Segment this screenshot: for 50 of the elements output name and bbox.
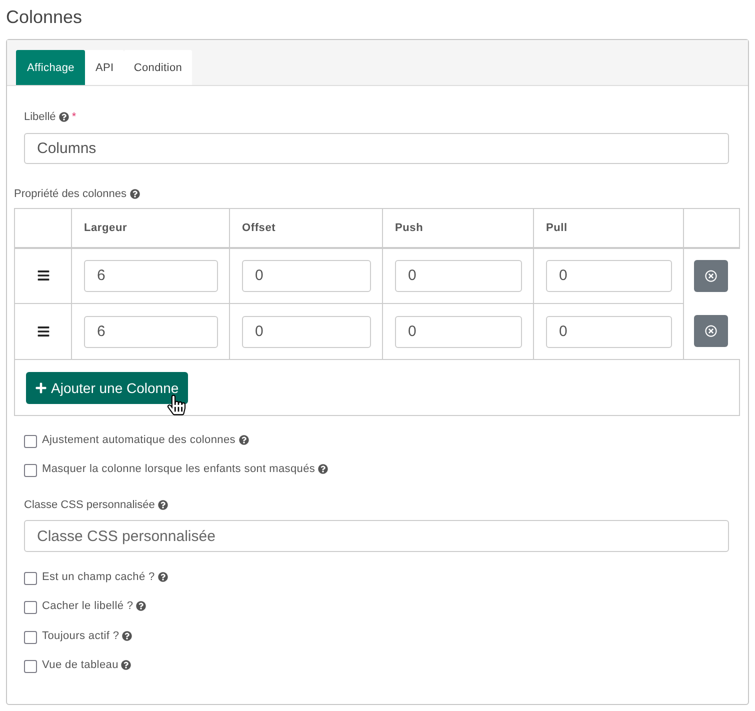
section-title: Colonnes — [6, 6, 84, 29]
help-icon[interactable] — [238, 435, 249, 445]
number-field[interactable]: 6 — [84, 260, 218, 292]
help-icon[interactable] — [130, 189, 140, 199]
number-field[interactable]: 0 — [546, 316, 672, 348]
checkbox-label: Vue de tableau — [42, 659, 118, 671]
tab[interactable]: Affichage — [16, 50, 86, 85]
checkbox[interactable] — [24, 464, 37, 477]
required-mark: * — [72, 110, 76, 124]
field-label: Libellé — [24, 110, 56, 124]
number-field[interactable]: 6 — [84, 316, 218, 348]
help-icon[interactable] — [136, 601, 146, 611]
tab[interactable]: API — [85, 50, 124, 85]
help-icon[interactable] — [58, 112, 69, 122]
help-icon[interactable] — [121, 660, 132, 670]
checkbox[interactable] — [24, 660, 37, 673]
remove-button[interactable] — [694, 260, 728, 292]
text-field[interactable]: Columns — [24, 133, 729, 164]
checkbox-label: Est un champ caché ? — [42, 571, 155, 583]
text-field[interactable]: Classe CSS personnalisée — [24, 520, 729, 552]
drag-handle-icon[interactable] — [36, 269, 50, 282]
column-header: Push — [395, 222, 424, 234]
help-icon[interactable] — [158, 572, 168, 582]
number-field[interactable]: 0 — [546, 260, 672, 292]
checkbox-label: Cacher le libellé ? — [42, 600, 134, 612]
add-column-button[interactable]: Ajouter une Colonne — [26, 372, 188, 404]
hand-pointer-icon — [168, 394, 185, 416]
checkbox[interactable] — [24, 435, 37, 448]
number-field[interactable]: 0 — [395, 260, 522, 292]
column-header: Pull — [546, 222, 568, 234]
number-field[interactable]: 0 — [242, 260, 371, 292]
checkbox-label: Masquer la colonne lorsque les enfants sont masqués — [42, 463, 316, 475]
help-icon[interactable] — [318, 464, 328, 474]
plus-icon — [35, 382, 47, 394]
help-icon[interactable] — [122, 631, 132, 641]
column-header: Largeur — [84, 222, 128, 234]
number-field[interactable]: 0 — [395, 316, 522, 348]
checkbox[interactable] — [24, 631, 37, 644]
column-header: Offset — [242, 222, 276, 234]
tab[interactable]: Condition — [124, 50, 192, 85]
checkbox[interactable] — [24, 601, 37, 614]
checkbox[interactable] — [24, 572, 37, 585]
number-field[interactable]: 0 — [242, 316, 371, 348]
remove-button[interactable] — [694, 315, 728, 348]
help-icon[interactable] — [158, 500, 168, 510]
field-label: Propriété des colonnes — [14, 187, 127, 201]
checkbox-label: Toujours actif ? — [42, 630, 120, 642]
field-label: Classe CSS personnalisée — [24, 498, 155, 512]
checkbox-label: Ajustement automatique des colonnes — [42, 434, 236, 446]
drag-handle-icon[interactable] — [36, 324, 50, 338]
